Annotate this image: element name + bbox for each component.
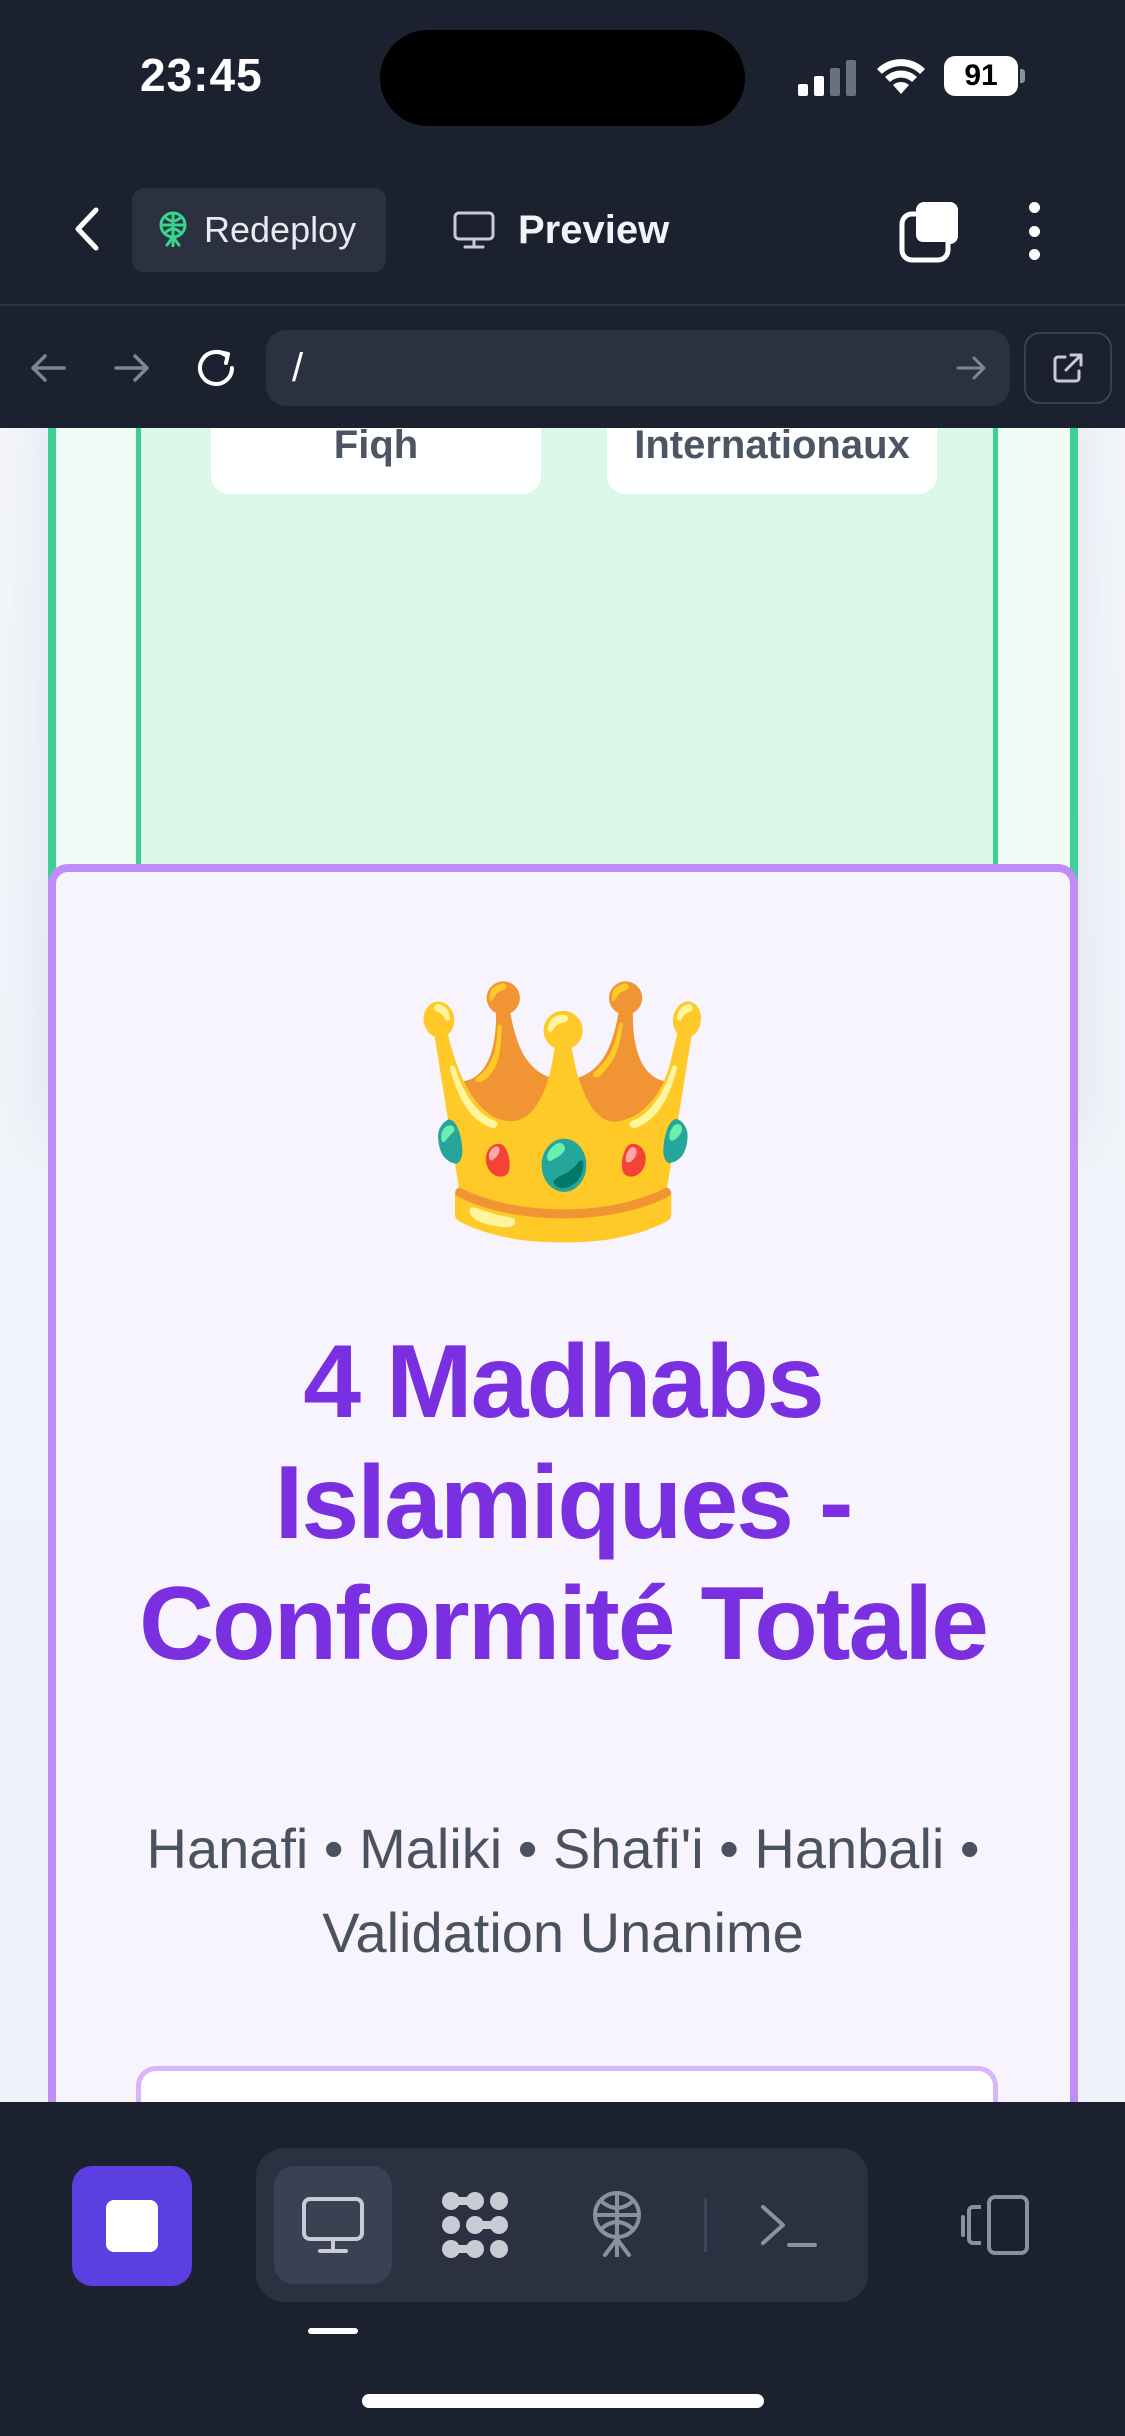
bottom-toolbar [0, 2102, 1125, 2436]
redeploy-label: Redeploy [204, 209, 357, 250]
stop-icon [106, 2200, 158, 2252]
more-options-button[interactable] [1012, 196, 1056, 266]
monitor-icon [453, 211, 495, 249]
external-link-icon [1053, 353, 1083, 383]
battery-level: 91 [944, 56, 1018, 96]
status-bar: 23:45 91 [0, 0, 1125, 150]
nav-forward-button[interactable] [102, 338, 162, 398]
redeploy-button[interactable]: Redeploy [132, 188, 386, 272]
arrow-right-icon [114, 354, 149, 382]
antenna-icon [593, 2191, 641, 2257]
home-indicator [362, 2394, 764, 2408]
url-toolbar: / [0, 308, 1125, 428]
dynamic-island [380, 30, 745, 126]
open-external-button[interactable] [1024, 332, 1112, 404]
tool-deploy[interactable] [558, 2166, 676, 2284]
app-header: Redeploy Preview [0, 150, 1125, 306]
cellular-signal-icon [798, 60, 856, 96]
antenna-icon [159, 211, 187, 247]
active-tab-indicator [308, 2328, 358, 2334]
arrow-left-icon [31, 354, 66, 382]
monitor-icon [302, 2197, 364, 2253]
preview-viewport[interactable]: Fiqh Internationaux 👑 4 Madhabs Islamiqu… [0, 428, 1125, 2102]
reload-icon [198, 350, 234, 386]
vertical-dots-icon [1028, 202, 1040, 213]
tool-workspace[interactable] [416, 2166, 534, 2284]
status-time: 23:45 [140, 49, 263, 101]
url-input[interactable]: / [266, 330, 1010, 406]
nav-back-button[interactable] [18, 338, 78, 398]
section-title: 4 Madhabs Islamiques - Conformité Totale [138, 1324, 989, 1682]
tag-card: Fiqh [211, 428, 541, 494]
tool-terminal[interactable] [730, 2166, 848, 2284]
devices-icon [961, 2195, 1029, 2255]
stacked-windows-icon[interactable] [896, 196, 966, 266]
madhabs-section-card: 👑 4 Madhabs Islamiques - Conformité Tota… [48, 864, 1078, 2102]
preview-tab[interactable]: Preview [452, 188, 669, 272]
battery-icon: 91 [944, 56, 1026, 96]
go-arrow-icon[interactable] [950, 346, 994, 390]
section-subtitle: Hanafi • Maliki • Shafi'i • Hanbali • Va… [146, 1817, 980, 1964]
back-button[interactable] [52, 194, 122, 264]
chevron-left-icon [75, 207, 99, 251]
devices-button[interactable] [950, 2180, 1040, 2270]
stop-button[interactable] [72, 2166, 192, 2286]
dots-grid-icon [442, 2192, 508, 2258]
reload-button[interactable] [186, 338, 246, 398]
terminal-icon [761, 2205, 817, 2247]
wifi-icon [877, 59, 925, 94]
content-box [136, 2066, 998, 2102]
tool-switcher [256, 2148, 868, 2302]
tag-card: Internationaux [607, 428, 937, 494]
preview-label: Preview [518, 207, 670, 252]
crown-icon: 👑 [407, 969, 719, 1248]
tool-preview[interactable] [274, 2166, 392, 2284]
